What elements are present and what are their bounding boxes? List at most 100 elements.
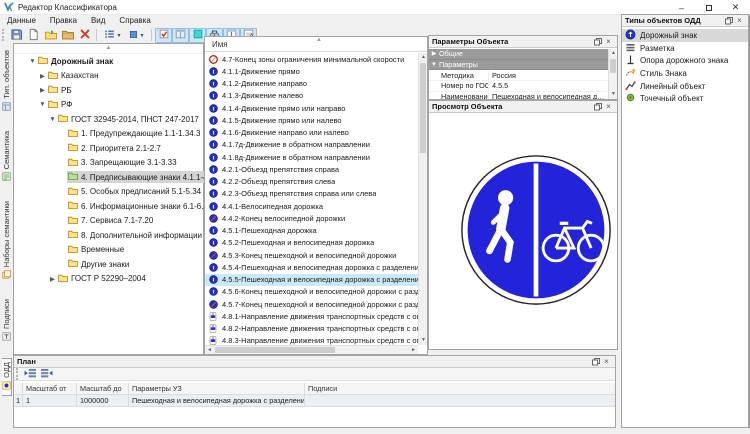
- tree-row[interactable]: 5. Особых предписаний 5.1-5.34: [14, 185, 203, 200]
- tree-row[interactable]: Другие знаки: [14, 257, 203, 272]
- menu-данные[interactable]: Данные: [0, 15, 43, 27]
- plan-column-header[interactable]: Подписи: [305, 383, 615, 395]
- tree-row[interactable]: 6. Информационные знаки 6.1-6.21.2: [14, 199, 203, 214]
- plan-cell[interactable]: 1: [23, 395, 77, 407]
- scroll-right-icon[interactable]: ►: [409, 346, 418, 355]
- scroll-up-icon[interactable]: ▲: [419, 53, 428, 62]
- dropdown-caret-icon[interactable]: ▾: [117, 32, 120, 39]
- float-panel-icon[interactable]: [592, 102, 603, 112]
- sign-list-item[interactable]: 4.1.2-Движение направо: [205, 78, 418, 90]
- list-view-button[interactable]: ▾: [100, 28, 124, 43]
- open-folder-button[interactable]: [42, 28, 59, 43]
- maximize-window-button[interactable]: [695, 0, 722, 15]
- sign-list-item[interactable]: 4.1.7д-Движение в обратном направлении: [205, 139, 418, 151]
- sign-list-item[interactable]: 4.1.8д-Движение в обратном направлении: [205, 151, 418, 163]
- save-button[interactable]: [8, 28, 25, 43]
- list-vertical-scrollbar[interactable]: ▲ ▼: [418, 53, 427, 345]
- tree-row[interactable]: 2. Приоритета 2.1-2.7: [14, 141, 203, 156]
- sign-list-item[interactable]: 4.1.3-Движение налево: [205, 90, 418, 102]
- menu-вид[interactable]: Вид: [84, 15, 112, 27]
- sign-list-item[interactable]: 4.2.3-Объезд препятствия справа или слев…: [205, 188, 418, 200]
- collapsed-arrow-icon[interactable]: ▶: [38, 72, 47, 80]
- tree-row[interactable]: 4. Предписывающие знаки 4.1.1-4.8.3: [14, 170, 203, 185]
- check-toggle-button[interactable]: [155, 28, 172, 43]
- side-tab-semantic-sets[interactable]: Наборы семантики: [2, 198, 11, 284]
- param-value[interactable]: Пешеходная и велосипедная дорожка с ...: [489, 92, 608, 99]
- panels-toggle-button[interactable]: [172, 28, 189, 43]
- list-horizontal-scrollbar[interactable]: ◄ ►: [205, 345, 418, 354]
- params-scrollbar[interactable]: ▲ ▼: [608, 49, 617, 99]
- tree-row[interactable]: ▶РБ: [14, 83, 203, 98]
- tree-row[interactable]: ▶ГОСТ Р 52290–2004: [14, 272, 203, 287]
- sign-list-item[interactable]: 4.8.1-Направление движения транспортных …: [205, 310, 418, 322]
- sign-list-item[interactable]: 4.4.2-Конец велосипедной дорожки: [205, 212, 418, 224]
- object-type-item[interactable]: Линейный объект: [622, 80, 748, 93]
- expanded-arrow-icon[interactable]: ▼: [38, 101, 47, 108]
- minimize-window-button[interactable]: –: [668, 0, 695, 15]
- float-panel-icon[interactable]: [590, 357, 601, 367]
- sign-list-item[interactable]: 4.8.3-Направление движения транспортных …: [205, 335, 418, 345]
- tree-row[interactable]: ▼ГОСТ 32945-2014, ПНСТ 247-2017: [14, 112, 203, 127]
- grid-append-row-button[interactable]: [38, 368, 54, 380]
- plan-column-header[interactable]: Масштаб до: [77, 383, 129, 395]
- close-panel-icon[interactable]: ×: [603, 37, 614, 47]
- object-type-item[interactable]: Стиль Знака: [622, 67, 748, 80]
- sign-list-item[interactable]: 4.5.5-Пешеходная и велосипедная дорожка …: [205, 274, 418, 286]
- grid-insert-row-button[interactable]: [22, 368, 38, 380]
- collapsed-arrow-icon[interactable]: ▶: [429, 50, 439, 57]
- scrollbar-thumb[interactable]: [610, 59, 616, 73]
- plan-cell[interactable]: Пешеходная и велосипедная дорожка с разд…: [129, 395, 305, 407]
- import-folder-button[interactable]: [59, 28, 76, 43]
- expanded-arrow-icon[interactable]: ▼: [48, 116, 57, 123]
- expanded-arrow-icon[interactable]: ▼: [429, 62, 439, 68]
- menu-справка[interactable]: Справка: [112, 15, 157, 27]
- tree-column-header[interactable]: ▲: [14, 44, 203, 54]
- sign-list-item[interactable]: 4.5.2-Пешеходная и велосипедная дорожка: [205, 237, 418, 249]
- scroll-up-icon[interactable]: ▲: [609, 49, 618, 58]
- tree-row[interactable]: 3. Запрещающие 3.1-3.33: [14, 156, 203, 171]
- expanded-arrow-icon[interactable]: ▼: [28, 58, 37, 65]
- sign-list-item[interactable]: 4.5.3-Конец пешеходной и велосипедной до…: [205, 249, 418, 261]
- sign-list-item[interactable]: 4.2.2-Объезд препятствия слева: [205, 176, 418, 188]
- scroll-down-icon[interactable]: ▼: [419, 336, 428, 345]
- side-tab-semantics[interactable]: Семантика: [2, 128, 11, 186]
- sign-list-item[interactable]: 4.5.7-Конец пешеходной и велосипедной до…: [205, 298, 418, 310]
- param-group-row[interactable]: ▼Параметры: [429, 60, 608, 71]
- sign-list-item[interactable]: 4.5.4-Пешеходная и велосипедная дорожка …: [205, 261, 418, 273]
- sign-list-item[interactable]: 4.5.6-Конец пешеходной и велосипедной до…: [205, 286, 418, 298]
- delete-button[interactable]: [76, 28, 93, 43]
- scrollbar-thumb[interactable]: [420, 63, 426, 153]
- object-type-item[interactable]: Точечный объект: [622, 92, 748, 105]
- plan-data-row[interactable]: 111000000Пешеходная и велосипедная дорож…: [14, 395, 615, 407]
- float-panel-icon[interactable]: [723, 16, 734, 26]
- object-type-item[interactable]: Разметка: [622, 42, 748, 55]
- side-tab-labels[interactable]: Подписи: [2, 296, 11, 346]
- collapsed-arrow-icon[interactable]: ▶: [48, 275, 57, 283]
- tree-row[interactable]: ▼Дорожный знак: [14, 54, 203, 69]
- param-group-row[interactable]: ▶Общие: [429, 49, 608, 60]
- plan-cell[interactable]: 1000000: [77, 395, 129, 407]
- float-panel-icon[interactable]: [592, 37, 603, 47]
- plan-column-header[interactable]: Масштаб от: [23, 383, 77, 395]
- sign-list-item[interactable]: 4.1.1-Движение прямо: [205, 65, 418, 77]
- plan-cell[interactable]: [305, 395, 615, 407]
- sign-list-item[interactable]: 4.8.2-Направление движения транспортных …: [205, 323, 418, 335]
- toolbar-grip[interactable]: [16, 368, 20, 380]
- dropdown-caret-icon[interactable]: ▾: [140, 32, 143, 39]
- sign-list-item[interactable]: 4.4.1-Велосипедная дорожка: [205, 200, 418, 212]
- sign-list-item[interactable]: 4.1.6-Движение направо или налево: [205, 127, 418, 139]
- tree-row[interactable]: 1. Предупреждающие 1.1-1.34.3: [14, 127, 203, 142]
- param-value[interactable]: Россия: [489, 71, 608, 80]
- sign-list-item[interactable]: 4.2.1-Объезд препятствия справа: [205, 163, 418, 175]
- side-tab-object-types[interactable]: Тип. объектов: [2, 47, 11, 116]
- close-panel-icon[interactable]: ×: [603, 102, 614, 112]
- tree-row[interactable]: Временные: [14, 243, 203, 258]
- sign-list-item[interactable]: 4.1.4-Движение прямо или направо: [205, 102, 418, 114]
- param-value[interactable]: 4.5.5: [489, 81, 608, 90]
- scrollbar-thumb[interactable]: [215, 347, 335, 353]
- color-square-button[interactable]: ▾: [124, 28, 148, 43]
- list-column-header-name[interactable]: Имя ▲: [205, 37, 427, 52]
- scroll-left-icon[interactable]: ◄: [205, 346, 214, 355]
- close-window-button[interactable]: ✕: [722, 0, 749, 15]
- close-panel-icon[interactable]: ×: [601, 357, 612, 367]
